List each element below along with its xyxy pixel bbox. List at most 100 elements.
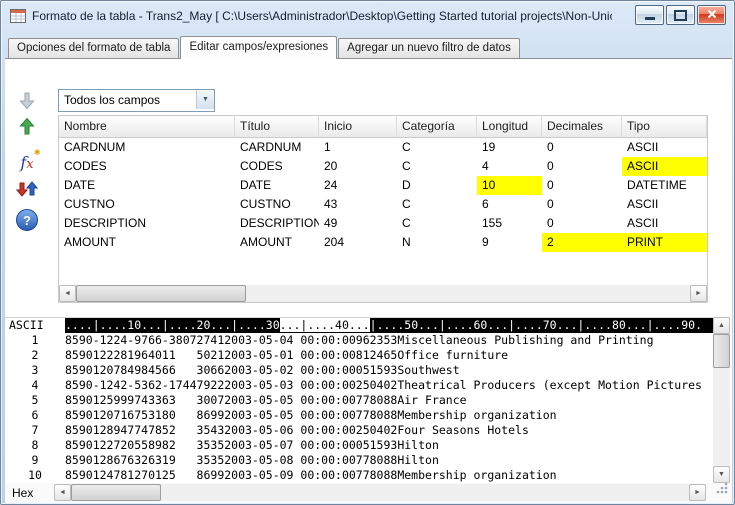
ascii-label: ASCII: [5, 318, 65, 333]
grid-cell: 49: [319, 214, 397, 233]
record-number: 8: [5, 438, 65, 453]
arrow-down-disabled-icon: [16, 90, 38, 117]
col-header-decimales[interactable]: Decimales: [542, 116, 622, 138]
minimize-icon: [645, 17, 655, 20]
grid-cell: CUSTNO: [235, 195, 319, 214]
ruler-scale: ....|....10...|....20...|....30...|....4…: [65, 318, 713, 333]
grid-cell: 0: [542, 138, 622, 157]
grid-cell: 9: [477, 233, 542, 252]
grid-cell: DATETIME: [622, 176, 707, 195]
field-row-date[interactable]: DATE DATE 24 D 10 0 DATETIME: [59, 176, 707, 195]
grid-cell: CODES: [235, 157, 319, 176]
col-header-categoria[interactable]: Categoría: [397, 116, 477, 138]
grid-cell-highlighted: 2: [542, 233, 622, 252]
grid-cell: AMOUNT: [235, 233, 319, 252]
record-number: 2: [5, 348, 65, 363]
grid-cell: 0: [542, 214, 622, 233]
record-number: 7: [5, 423, 65, 438]
record-row: 88590122720558982 35352003-05-07 00:00:0…: [5, 438, 713, 453]
grid-cell: 0: [542, 157, 622, 176]
scroll-left-button[interactable]: ◄: [59, 285, 76, 302]
record-data-view: ASCII ....|....10...|....20...|....30...…: [5, 317, 713, 484]
grid-cell: DESCRIPTION: [59, 214, 235, 233]
col-header-inicio[interactable]: Inicio: [319, 116, 397, 138]
grid-cell: ASCII: [622, 195, 707, 214]
tab-format-options[interactable]: Opciones del formato de tabla: [8, 38, 179, 58]
record-number: 10: [5, 468, 65, 483]
field-row-amount[interactable]: AMOUNT AMOUNT 204 N 9 2 PRINT: [59, 233, 707, 252]
left-arrow-icon: ◄: [64, 290, 71, 297]
down-arrow-icon: ▼: [718, 471, 725, 478]
col-header-tipo[interactable]: Tipo: [622, 116, 707, 138]
hscroll-track[interactable]: [246, 285, 690, 302]
close-button[interactable]: [697, 5, 726, 25]
minimize-button[interactable]: [635, 5, 664, 25]
tab-edit-fields[interactable]: Editar campos/expresiones: [180, 36, 337, 59]
record-text: 8590128947747852 35432003-05-06 00:00:00…: [65, 423, 713, 438]
record-number: 9: [5, 453, 65, 468]
green-arrow-up-icon: [16, 115, 38, 142]
grid-cell: AMOUNT: [59, 233, 235, 252]
reorder-fields-button[interactable]: [14, 178, 40, 204]
fields-grid: Nombre Título Inicio Categoría Longitud …: [58, 115, 708, 303]
hscroll-thumb[interactable]: [76, 285, 246, 302]
col-header-titulo[interactable]: Título: [235, 116, 319, 138]
grid-cell: 204: [319, 233, 397, 252]
record-row: 68590120716753180 86992003-05-05 00:00:0…: [5, 408, 713, 423]
scroll-left-button[interactable]: ◄: [54, 484, 71, 501]
grid-cell: D: [397, 176, 477, 195]
tab-add-filter[interactable]: Agregar un nuevo filtro de datos: [338, 38, 520, 58]
record-text: 8590128676326319 35352003-05-08 00:00:00…: [65, 453, 713, 468]
grid-cell: CUSTNO: [59, 195, 235, 214]
grid-cell: 0: [542, 195, 622, 214]
col-header-longitud[interactable]: Longitud: [477, 116, 542, 138]
chevron-down-icon[interactable]: ▼: [196, 90, 214, 109]
fields-grid-header: Nombre Título Inicio Categoría Longitud …: [59, 116, 707, 138]
insert-field-button[interactable]: [14, 90, 40, 116]
vscroll-thumb[interactable]: [713, 334, 730, 368]
record-row: 18590-1224-9766-380727412003-05-04 00:00…: [5, 333, 713, 348]
edit-expression-button[interactable]: fx ✱: [14, 149, 40, 175]
grid-cell: DATE: [59, 176, 235, 195]
col-header-nombre[interactable]: Nombre: [59, 116, 235, 138]
grid-cell: 6: [477, 195, 542, 214]
scroll-right-button[interactable]: ►: [689, 484, 706, 501]
accept-entry-button[interactable]: [14, 115, 40, 141]
scroll-right-button[interactable]: ►: [690, 285, 707, 302]
scroll-up-button[interactable]: ▲: [713, 317, 730, 334]
hscroll-thumb[interactable]: [71, 484, 161, 501]
maximize-button[interactable]: [666, 5, 695, 25]
help-button[interactable]: ?: [14, 207, 40, 233]
window-title: Formato de la tabla - Trans2_May [ C:\Us…: [32, 9, 612, 23]
field-row-custno[interactable]: CUSTNO CUSTNO 43 C 6 0 ASCII: [59, 195, 707, 214]
grid-cell: N: [397, 233, 477, 252]
grid-cell: CARDNUM: [59, 138, 235, 157]
grid-cell: C: [397, 138, 477, 157]
grid-cell: ASCII: [622, 138, 707, 157]
record-number: 5: [5, 393, 65, 408]
field-row-description[interactable]: DESCRIPTION DESCRIPTION 49 C 155 0 ASCII: [59, 214, 707, 233]
grid-cell: 1: [319, 138, 397, 157]
table-format-icon: [10, 8, 26, 24]
record-number: 3: [5, 363, 65, 378]
grid-cell: C: [397, 157, 477, 176]
record-row: 28590122281964011 50212003-05-01 00:00:0…: [5, 348, 713, 363]
resize-grip[interactable]: [715, 481, 729, 500]
ruler-field-highlight: ...|....40...: [280, 318, 370, 332]
hex-label: Hex: [12, 486, 33, 500]
record-number: 6: [5, 408, 65, 423]
up-arrow-icon: ▲: [718, 322, 725, 329]
data-view-vscrollbar: ▲ ▼: [713, 317, 730, 483]
data-view-hscrollbar: ◄ ►: [54, 484, 706, 501]
field-row-codes[interactable]: CODES CODES 20 C 4 0 ASCII: [59, 157, 707, 176]
left-arrow-icon: ◄: [59, 489, 66, 496]
grid-cell: ASCII: [622, 214, 707, 233]
fields-filter-dropdown[interactable]: Todos los campos ▼: [58, 89, 215, 112]
vscroll-track[interactable]: [713, 368, 730, 466]
grid-cell: 155: [477, 214, 542, 233]
grid-cell: DATE: [235, 176, 319, 195]
titlebar[interactable]: Formato de la tabla - Trans2_May [ C:\Us…: [1, 1, 734, 31]
field-row-cardnum[interactable]: CARDNUM CARDNUM 1 C 19 0 ASCII: [59, 138, 707, 157]
hscroll-track[interactable]: [161, 484, 689, 501]
caption-buttons: [635, 5, 726, 25]
